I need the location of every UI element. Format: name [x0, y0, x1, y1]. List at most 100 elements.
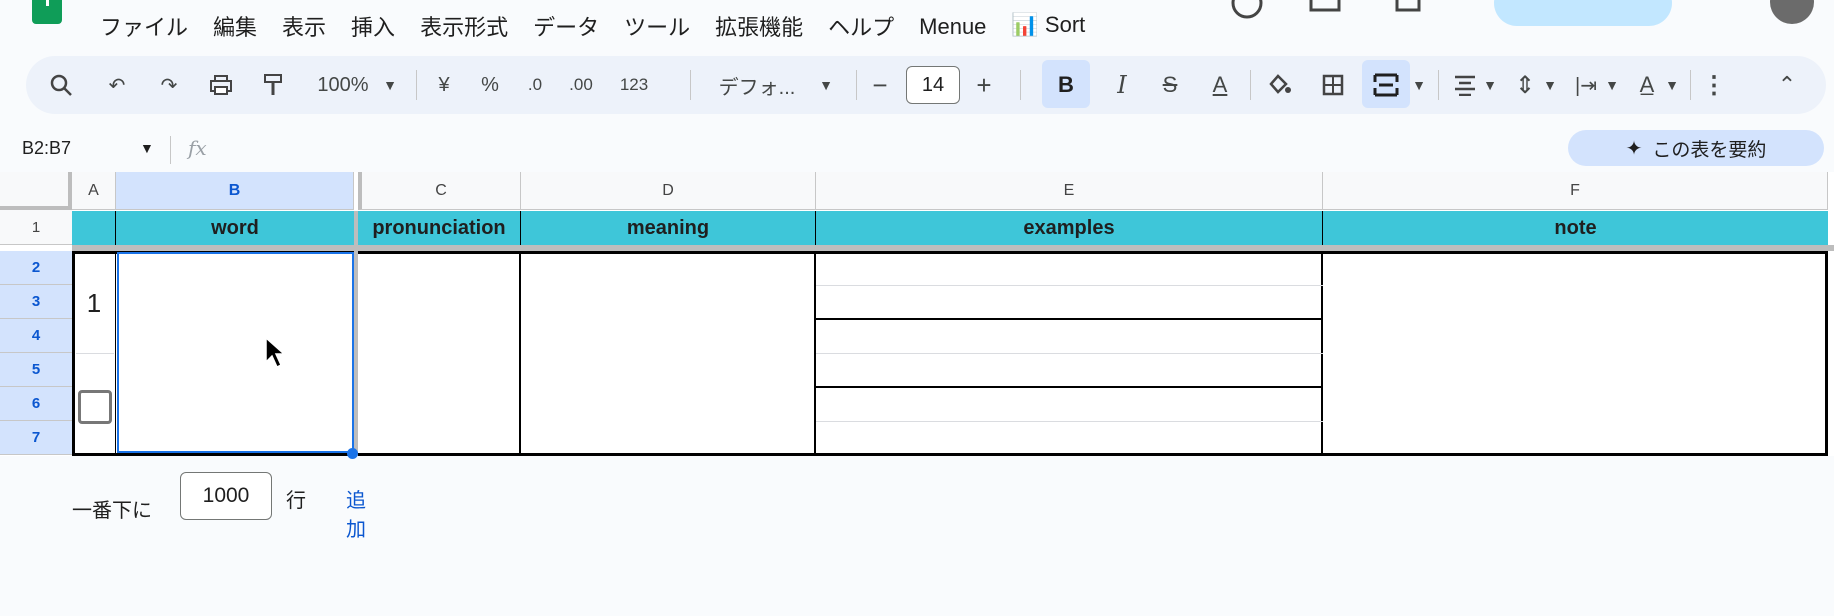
selection-outline [117, 252, 354, 453]
add-rows-button[interactable]: 追加 [346, 484, 366, 542]
menu-format[interactable]: 表示形式 [420, 10, 508, 42]
zoom-select[interactable]: 100% [312, 56, 374, 114]
vertical-align-icon[interactable]: ⇕ [1510, 56, 1540, 114]
checkbox[interactable] [78, 390, 112, 424]
menu-custom[interactable]: Menue [919, 14, 986, 42]
font-select[interactable]: デフォ... [712, 56, 802, 114]
menu-help[interactable]: ヘルプ [828, 10, 894, 42]
print-icon[interactable] [206, 56, 236, 114]
sheets-logo-icon[interactable] [32, 0, 62, 24]
cell-d2-d7[interactable] [521, 251, 816, 456]
row-header-4[interactable]: 4 [0, 319, 72, 353]
separator [170, 136, 171, 164]
text-color-button[interactable]: A [1202, 56, 1238, 114]
gridline [816, 353, 1323, 354]
increase-decimal-button[interactable]: .00 [562, 56, 600, 114]
paint-format-icon[interactable] [258, 56, 288, 114]
summarize-table-button[interactable]: ✦ この表を要約 [1568, 130, 1824, 166]
cell-c2-c7[interactable] [358, 251, 521, 456]
menu-insert[interactable]: 挿入 [351, 10, 395, 42]
select-all-corner[interactable] [0, 172, 72, 210]
strikethrough-button[interactable]: S [1152, 56, 1188, 114]
column-header-f[interactable]: F [1323, 172, 1828, 210]
text-wrap-icon[interactable]: |⇥ [1570, 56, 1602, 114]
avatar[interactable] [1770, 0, 1814, 24]
cell-b1[interactable]: word [116, 211, 358, 245]
history-icon[interactable] [1230, 0, 1264, 20]
menu-sort[interactable]: 📊 Sort [1011, 12, 1085, 42]
increase-font-size-icon[interactable]: + [972, 56, 996, 114]
cell-f2-f7[interactable] [1323, 251, 1828, 456]
column-header-a[interactable]: A [72, 172, 116, 210]
merge-cells-icon[interactable] [1364, 56, 1408, 114]
separator [1020, 70, 1021, 100]
row-header-3[interactable]: 3 [0, 285, 72, 319]
spreadsheet-grid: A B C D E F 1 2 3 4 5 6 7 word pronuncia… [0, 172, 1834, 459]
more-options-icon[interactable]: ⋮ [1702, 56, 1726, 114]
font-dropdown-icon[interactable]: ▼ [816, 56, 836, 114]
menu-bar: ファイル 編集 表示 挿入 表示形式 データ ツール 拡張機能 ヘルプ Menu… [0, 0, 1834, 46]
gridline [76, 353, 114, 354]
borders-icon[interactable] [1316, 56, 1350, 114]
collapse-toolbar-icon[interactable]: ⌃ [1772, 56, 1802, 114]
cell-a1[interactable] [72, 211, 116, 245]
menu-data[interactable]: データ [533, 10, 599, 42]
separator [856, 70, 857, 100]
number-format-button[interactable]: 123 [614, 56, 654, 114]
menu-view[interactable]: 表示 [282, 10, 326, 42]
separator [690, 70, 691, 100]
horizontal-align-dropdown-icon[interactable]: ▼ [1482, 56, 1498, 114]
menu-file[interactable]: ファイル [100, 10, 188, 42]
row-header-2[interactable]: 2 [0, 251, 72, 285]
share-button[interactable] [1494, 0, 1672, 26]
name-box[interactable]: B2:B7 [22, 138, 71, 159]
gridline [816, 285, 1323, 286]
comment-icon[interactable] [1308, 0, 1342, 16]
add-rows-count-input[interactable]: 1000 [180, 472, 272, 520]
row-header-7[interactable]: 7 [0, 421, 72, 455]
horizontal-align-icon[interactable] [1450, 56, 1480, 114]
separator [1438, 70, 1439, 100]
menu-edit[interactable]: 編集 [213, 10, 257, 42]
column-header-b[interactable]: B [116, 172, 354, 210]
redo-icon[interactable]: ↷ [154, 56, 184, 114]
add-rows-label: 一番下に [72, 500, 152, 522]
formula-bar: B2:B7 ▼ fx ✦ この表を要約 [0, 130, 1834, 170]
record-number: 1 [86, 287, 102, 318]
decrease-font-size-icon[interactable]: − [868, 56, 892, 114]
bold-button[interactable]: B [1042, 56, 1090, 114]
text-rotation-dropdown-icon[interactable]: ▼ [1664, 56, 1680, 114]
italic-button[interactable]: I [1104, 56, 1140, 114]
summarize-table-label: この表を要約 [1652, 139, 1767, 161]
search-icon[interactable] [46, 56, 76, 114]
vertical-align-dropdown-icon[interactable]: ▼ [1542, 56, 1558, 114]
meet-icon[interactable] [1394, 0, 1428, 16]
undo-icon[interactable]: ↶ [102, 56, 132, 114]
zoom-dropdown-icon[interactable]: ▼ [380, 56, 400, 114]
percent-format-button[interactable]: % [476, 56, 504, 114]
decrease-decimal-button[interactable]: .0 [520, 56, 550, 114]
text-rotation-icon[interactable]: A̲ [1632, 56, 1662, 114]
cell-f1[interactable]: note [1323, 211, 1828, 245]
selection-fill-handle[interactable] [347, 448, 358, 459]
cell-d1[interactable]: meaning [521, 211, 816, 245]
fill-color-icon[interactable] [1262, 56, 1296, 114]
menu-tools[interactable]: ツール [624, 10, 690, 42]
cell-e1[interactable]: examples [816, 211, 1323, 245]
merge-dropdown-icon[interactable]: ▼ [1410, 56, 1428, 114]
row-header-1[interactable]: 1 [0, 210, 72, 245]
column-header-c[interactable]: C [358, 172, 521, 210]
currency-format-button[interactable]: ¥ [430, 56, 458, 114]
column-header-e[interactable]: E [816, 172, 1323, 210]
cell-c1[interactable]: pronunciation [358, 211, 521, 245]
row-header-5[interactable]: 5 [0, 353, 72, 387]
row-header-6[interactable]: 6 [0, 387, 72, 421]
text-wrap-dropdown-icon[interactable]: ▼ [1604, 56, 1620, 114]
mouse-cursor-icon [265, 336, 286, 369]
font-size-input[interactable]: 14 [906, 66, 960, 104]
name-box-dropdown-icon[interactable]: ▼ [140, 140, 154, 156]
menu-extensions[interactable]: 拡張機能 [715, 10, 803, 42]
toolbar: ↶ ↷ 100% ▼ ¥ % .0 .00 123 デフォ... ▼ − 14 … [26, 56, 1826, 114]
column-header-d[interactable]: D [521, 172, 816, 210]
separator [1250, 70, 1251, 100]
